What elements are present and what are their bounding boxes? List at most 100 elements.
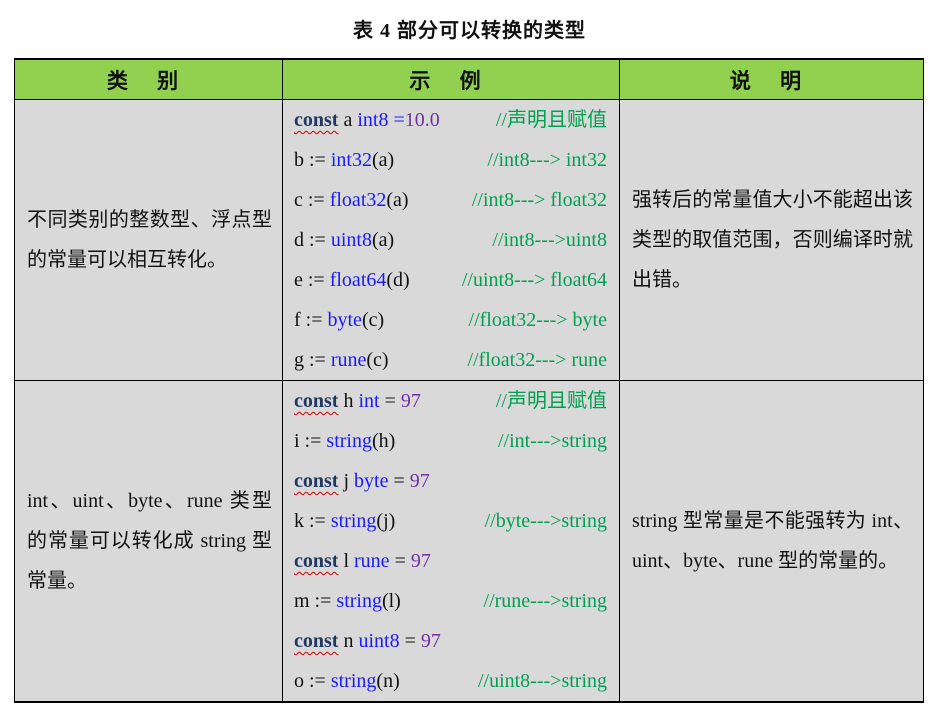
code-type: float64 — [329, 269, 387, 291]
code-statement: f := byte(c) — [294, 300, 384, 340]
code-text: d := — [294, 229, 331, 251]
code-type: string — [326, 430, 372, 452]
code-statement: k := string(j) — [294, 501, 395, 541]
code-keyword: const — [294, 550, 339, 572]
code-line: const l rune = 97 — [294, 541, 607, 581]
code-line: const h int = 97 //声明且赋值 — [294, 381, 607, 421]
code-line: k := string(j) //byte--->string — [294, 501, 607, 541]
code-statement: const l rune = 97 — [294, 541, 431, 581]
code-text: l — [338, 550, 355, 572]
code-line: b := int32(a) //int8---> int32 — [294, 140, 607, 180]
code-type: rune — [354, 550, 390, 572]
code-text: (c) — [366, 349, 389, 371]
table-caption: 表 4 部分可以转换的类型 — [353, 20, 586, 42]
code-statement: b := int32(a) — [294, 140, 394, 180]
header-example: 示 例 — [282, 58, 620, 100]
code-text: a — [338, 109, 358, 131]
conversion-table: 类 别 示 例 说 明 不同类别的整数型、浮点型的常量可以相互转化。 const… — [14, 58, 924, 703]
code-type: string — [336, 590, 382, 612]
code-comment: //float32---> rune — [467, 349, 607, 371]
code-text: m := — [294, 590, 337, 612]
code-type: int — [358, 390, 380, 412]
code-text: = — [389, 550, 411, 572]
code-line: const j byte = 97 — [294, 461, 607, 501]
code-text: h — [338, 390, 359, 412]
code-cell: const h int = 97//声明且赋值 i := string(h)//i… — [282, 380, 620, 703]
header-description: 说 明 — [619, 58, 924, 100]
code-number: 97 — [400, 390, 421, 412]
code-keyword: const — [294, 390, 339, 412]
code-type: byte — [354, 470, 389, 492]
code-comment: //int8---> int32 — [487, 149, 607, 171]
description-text: string 型常量是不能强转为 int、uint、byte、rune 型的常量… — [632, 510, 913, 572]
code-statement: const a int8 =10.0 — [294, 100, 440, 140]
code-line: e := float64(d) //uint8---> float64 — [294, 260, 607, 300]
code-statement: const j byte = 97 — [294, 461, 430, 501]
code-type: int32 — [330, 149, 372, 171]
description-cell: 强转后的常量值大小不能超出该类型的取值范围，否则编译时就出错。 — [619, 99, 924, 381]
code-text: (j) — [376, 510, 396, 532]
code-line: f := byte(c) //float32---> byte — [294, 300, 607, 340]
code-comment: //uint8--->string — [477, 670, 607, 692]
code-type: rune — [330, 349, 367, 371]
code-text: (a) — [371, 149, 395, 171]
table-row: int、uint、byte、rune 类型的常量可以转化成 string 型常量… — [14, 380, 924, 703]
code-keyword: const — [294, 109, 339, 131]
code-line: const a int8 =10.0 //声明且赋值 — [294, 100, 607, 140]
code-text: g := — [294, 349, 331, 371]
code-type: string — [330, 510, 377, 532]
code-comment: //uint8---> float64 — [461, 269, 607, 291]
code-text: = — [399, 630, 421, 652]
code-text: j — [338, 470, 355, 492]
code-line: m := string(l) //rune--->string — [294, 581, 607, 621]
code-statement: i := string(h) — [294, 421, 395, 461]
description-text: 强转后的常量值大小不能超出该类型的取值范围，否则编译时就出错。 — [632, 189, 913, 291]
header-row: 类 别 示 例 说 明 — [14, 58, 924, 100]
code-type: = — [388, 109, 405, 131]
code-statement: e := float64(d) — [294, 260, 410, 300]
code-text: c := — [294, 189, 330, 211]
code-line: d := uint8(a) //int8--->uint8 — [294, 220, 607, 260]
code-line: i := string(h) //int--->string — [294, 421, 607, 461]
code-line: const n uint8 = 97 — [294, 621, 607, 661]
code-keyword: const — [294, 630, 339, 652]
code-text: (l) — [381, 590, 401, 612]
code-block: const h int = 97//声明且赋值 i := string(h)//i… — [283, 381, 619, 701]
code-text: (d) — [386, 269, 410, 291]
code-text: (c) — [361, 309, 385, 331]
code-text: (n) — [376, 670, 400, 692]
code-text: e := — [294, 269, 330, 291]
code-statement: const h int = 97 — [294, 381, 421, 421]
code-number: 97 — [420, 630, 441, 652]
code-text: o := — [294, 670, 331, 692]
code-statement: c := float32(a) — [294, 180, 409, 220]
table-row: 不同类别的整数型、浮点型的常量可以相互转化。 const a int8 =10.… — [14, 99, 924, 381]
code-text: f := — [294, 309, 328, 331]
code-type: byte — [327, 309, 362, 331]
code-text: i := — [294, 430, 327, 452]
code-text: (a) — [386, 189, 409, 211]
code-line: g := rune(c) //float32---> rune — [294, 340, 607, 380]
code-text: = — [379, 390, 401, 412]
code-comment: //float32---> byte — [468, 309, 607, 331]
code-comment: //rune--->string — [483, 590, 607, 612]
code-comment: //int8--->uint8 — [492, 229, 607, 251]
code-statement: g := rune(c) — [294, 340, 389, 380]
code-type: int8 — [357, 109, 389, 131]
code-text: b := — [294, 149, 331, 171]
code-number: 97 — [409, 470, 430, 492]
code-number: 10.0 — [404, 109, 440, 131]
code-type: float32 — [329, 189, 387, 211]
header-category: 类 别 — [14, 58, 283, 100]
code-comment: //int8---> float32 — [471, 189, 607, 211]
code-line: o := string(n) //uint8--->string — [294, 661, 607, 701]
category-text: 不同类别的整数型、浮点型的常量可以相互转化。 — [27, 209, 272, 271]
code-type: uint8 — [358, 630, 400, 652]
code-comment: //声明且赋值 — [495, 109, 607, 131]
code-statement: const n uint8 = 97 — [294, 621, 441, 661]
code-keyword: const — [294, 470, 339, 492]
code-statement: m := string(l) — [294, 581, 401, 621]
category-cell: 不同类别的整数型、浮点型的常量可以相互转化。 — [14, 99, 283, 381]
code-text: n — [338, 630, 359, 652]
code-number: 97 — [410, 550, 431, 572]
